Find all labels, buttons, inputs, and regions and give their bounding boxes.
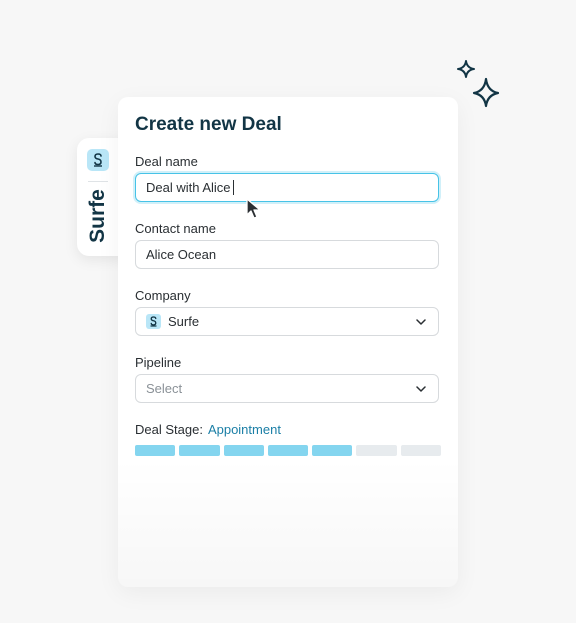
contact-name-label: Contact name — [135, 221, 216, 236]
deal-stage-value: Appointment — [207, 422, 281, 437]
deal-name-input[interactable]: Deal with Alice — [135, 173, 439, 202]
company-select[interactable]: Surfe — [135, 307, 439, 336]
create-deal-panel: Create new Deal Deal name Deal with Alic… — [118, 97, 458, 587]
surfe-brand-text: Surfe — [86, 189, 109, 243]
company-value: Surfe — [168, 314, 200, 329]
text-caret — [232, 180, 234, 195]
side-tab-divider — [88, 181, 108, 182]
chevron-down-icon — [416, 385, 426, 392]
deal-stage-label: Deal Stage: — [135, 422, 203, 437]
mouse-cursor-icon — [246, 198, 261, 219]
deal-stage-row: Deal Stage: Appointment — [135, 422, 281, 437]
stage-segment[interactable] — [400, 445, 441, 456]
chevron-down-icon — [416, 318, 426, 325]
stage-segment[interactable] — [179, 445, 220, 456]
deal-stage-progress[interactable] — [135, 445, 441, 456]
company-label: Company — [135, 288, 191, 303]
surfe-logo-icon — [87, 149, 109, 171]
pipeline-placeholder: Select — [146, 381, 183, 396]
pipeline-select[interactable]: Select — [135, 374, 439, 403]
pipeline-label: Pipeline — [135, 355, 182, 370]
stage-segment[interactable] — [267, 445, 309, 456]
page-title: Create new Deal — [135, 114, 282, 135]
surfe-logo-icon — [146, 314, 161, 329]
deal-name-value: Deal with Alice — [146, 180, 231, 195]
stage-segment[interactable] — [223, 445, 264, 456]
deal-name-label: Deal name — [135, 154, 198, 169]
sparkles-icon — [457, 60, 500, 108]
stage-segment[interactable] — [312, 445, 353, 456]
contact-name-input[interactable]: Alice Ocean — [135, 240, 439, 269]
stage-segment[interactable] — [356, 445, 397, 456]
stage-segment[interactable] — [135, 445, 176, 456]
contact-name-value: Alice Ocean — [146, 247, 217, 262]
